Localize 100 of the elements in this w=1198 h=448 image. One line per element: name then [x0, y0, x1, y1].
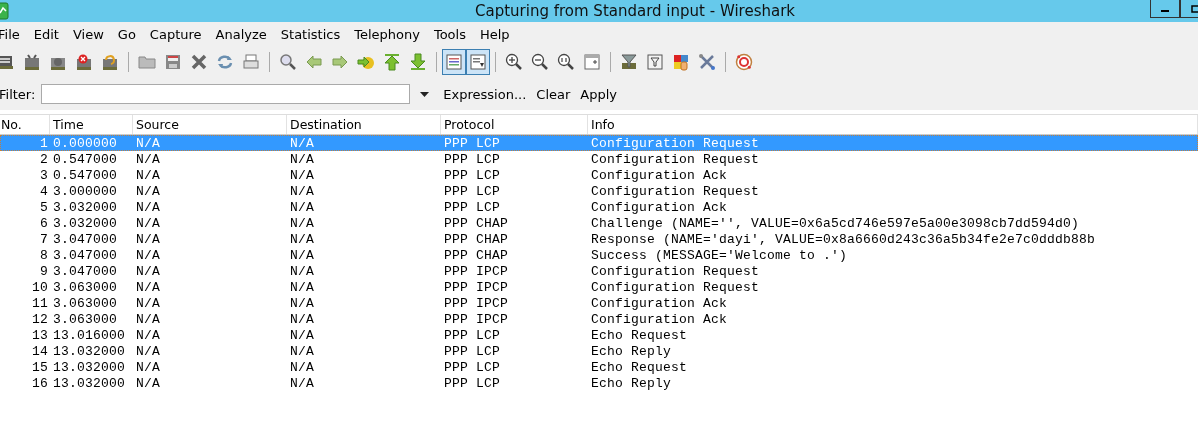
table-cell-text: 5: [39, 199, 49, 215]
table-cell-text: PPP LCP: [443, 183, 501, 199]
packet-row[interactable]: 16 13.032000 N/A N/A PPP LCP Echo Reply: [0, 375, 1198, 391]
menu-item[interactable]: View: [72, 26, 104, 42]
table-cell-text: Configuration Request: [590, 151, 761, 167]
table-cell-text: Echo Request: [590, 359, 688, 375]
table-cell-text: Echo Reply: [590, 375, 672, 391]
table-cell-text: 3.032000: [52, 199, 118, 215]
table-cell-text: PPP IPCP: [443, 311, 509, 327]
column-header[interactable]: Time: [50, 115, 133, 134]
packet-row[interactable]: 10 3.063000 N/A N/A PPP IPCP Configuration Request: [0, 279, 1198, 295]
table-cell-text: PPP LCP: [443, 167, 501, 183]
table-cell-text: Echo Request: [590, 327, 688, 343]
menu-item[interactable]: Capture: [149, 26, 202, 42]
resize-columns-icon[interactable]: [582, 51, 602, 73]
filter-action-button[interactable]: Expression...: [443, 86, 527, 102]
menu-item[interactable]: Tools: [433, 26, 466, 42]
table-cell-text: Configuration Request: [590, 183, 761, 199]
table-cell-text: N/A: [289, 375, 315, 391]
table-cell-text: 2: [39, 151, 49, 167]
table-cell-text: Configuration Ack: [590, 167, 729, 183]
table-cell-text: 3.063000: [52, 279, 118, 295]
menu-item[interactable]: Statistics: [280, 26, 341, 42]
table-cell-text: N/A: [135, 215, 161, 231]
filter-action-button[interactable]: Clear: [536, 86, 571, 102]
table-cell-text: 15: [31, 359, 49, 375]
column-header[interactable]: Destination: [287, 115, 441, 134]
table-cell-text: N/A: [135, 279, 161, 295]
packet-row[interactable]: 7 3.047000 N/A N/A PPP CHAP Response (NAME='dayi', VALUE=0x8a6660d243c36a5b34fe2e7c0dddb88b: [0, 231, 1198, 247]
menu-item[interactable]: File: [0, 26, 20, 42]
table-cell-text: 4: [39, 183, 49, 199]
menu-item[interactable]: Analyze: [215, 26, 267, 42]
toggle-button[interactable]: [442, 49, 466, 75]
table-cell-text: 10: [31, 279, 49, 295]
table-cell-text: PPP LCP: [443, 199, 501, 215]
menu-item[interactable]: Go: [117, 26, 136, 42]
table-cell-text: Challenge (NAME='', VALUE=0x6a5cd746e597e5a00e3098cb7dd594d0): [590, 215, 1081, 231]
table-cell-text: 16: [31, 375, 49, 391]
menu-item[interactable]: Telephony: [354, 26, 420, 42]
dropdown-caret-icon[interactable]: [420, 91, 430, 97]
packet-row[interactable]: 14 13.032000 N/A N/A PPP LCP Echo Reply: [0, 343, 1198, 359]
table-cell-text: PPP LCP: [443, 343, 501, 359]
table-cell-text: N/A: [135, 247, 161, 263]
packet-row[interactable]: 9 3.047000 N/A N/A PPP IPCP Configuration Request: [0, 263, 1198, 279]
table-cell-text: N/A: [289, 151, 315, 167]
packet-row[interactable]: 6 3.032000 N/A N/A PPP CHAP Challenge (NAME='', VALUE=0x6a5cd746e597e5a00e3098cb7dd594d0): [0, 215, 1198, 231]
table-cell-text: 11: [31, 295, 49, 311]
filter-field[interactable]: [41, 84, 411, 104]
toggle-button[interactable]: [466, 49, 490, 75]
table-cell-text: 13.032000: [52, 359, 126, 375]
table-cell-text: N/A: [289, 359, 315, 375]
colorize-icon: [444, 52, 464, 72]
column-header[interactable]: Protocol: [441, 115, 588, 134]
table-cell-text: N/A: [289, 311, 315, 327]
filter-action-button[interactable]: Apply: [580, 86, 618, 102]
table-cell-text: N/A: [289, 199, 315, 215]
packet-row[interactable]: 8 3.047000 N/A N/A PPP CHAP Success (MESSAGE='Welcome to .'): [0, 247, 1198, 263]
column-header[interactable]: No.: [0, 115, 50, 134]
table-cell-text: N/A: [289, 247, 315, 263]
table-cell-text: N/A: [289, 343, 315, 359]
tools-icon[interactable]: [697, 51, 717, 73]
packet-row[interactable]: 4 3.000000 N/A N/A PPP LCP Configuration Request: [0, 183, 1198, 199]
column-header[interactable]: Info: [588, 115, 1198, 134]
table-cell-text: 3.047000: [52, 231, 118, 247]
table-cell-text: 7: [39, 231, 49, 247]
table-cell-text: N/A: [135, 151, 161, 167]
table-cell-text: PPP IPCP: [443, 263, 509, 279]
table-cell-text: 9: [39, 263, 49, 279]
packet-row[interactable]: 15 13.032000 N/A N/A PPP LCP Echo Request: [0, 359, 1198, 375]
table-cell-text: N/A: [289, 231, 315, 247]
packet-row[interactable]: 12 3.063000 N/A N/A PPP IPCP Configuration Ack: [0, 311, 1198, 327]
packet-row[interactable]: 11 3.063000 N/A N/A PPP IPCP Configuration Ack: [0, 295, 1198, 311]
app-icon: [0, 2, 10, 20]
table-cell-text: Response (NAME='dayi', VALUE=0x8a6660d243c36a5b34fe2e7c0dddb88b: [590, 231, 1097, 247]
down-arrow-icon[interactable]: [408, 51, 428, 73]
table-cell-text: Configuration Ack: [590, 311, 729, 327]
packet-row[interactable]: 3 0.547000 N/A N/A PPP LCP Configuration Ack: [0, 167, 1198, 183]
table-cell-text: PPP LCP: [443, 327, 501, 343]
table-cell-text: N/A: [135, 167, 161, 183]
help-icon[interactable]: [734, 51, 754, 73]
column-header[interactable]: Source: [133, 115, 287, 134]
table-cell-text: N/A: [289, 167, 315, 183]
packet-row[interactable]: 2 0.547000 N/A N/A PPP LCP Configuration Request: [0, 151, 1198, 167]
table-cell-text: N/A: [135, 199, 161, 215]
minimize-button[interactable]: [1150, 0, 1180, 18]
table-cell-text: Configuration Ack: [590, 199, 729, 215]
menu-item[interactable]: Edit: [33, 26, 59, 42]
display-filter-icon[interactable]: [645, 51, 665, 73]
up-arrow-icon[interactable]: [382, 51, 402, 73]
table-cell-text: 3: [39, 167, 49, 183]
table-cell-text: N/A: [135, 263, 161, 279]
table-cell-text: 13.032000: [52, 375, 126, 391]
packet-row[interactable]: 13 13.016000 N/A N/A PPP LCP Echo Request: [0, 327, 1198, 343]
table-cell-text: 3.063000: [52, 295, 118, 311]
table-cell-text: 6: [39, 215, 49, 231]
menu-item[interactable]: Help: [479, 26, 510, 42]
table-cell-text: Configuration Request: [590, 135, 761, 151]
table-cell-text: 3.063000: [52, 311, 118, 327]
packet-row[interactable]: 5 3.032000 N/A N/A PPP LCP Configuration Ack: [0, 199, 1198, 215]
table-cell-text: PPP LCP: [443, 135, 501, 151]
